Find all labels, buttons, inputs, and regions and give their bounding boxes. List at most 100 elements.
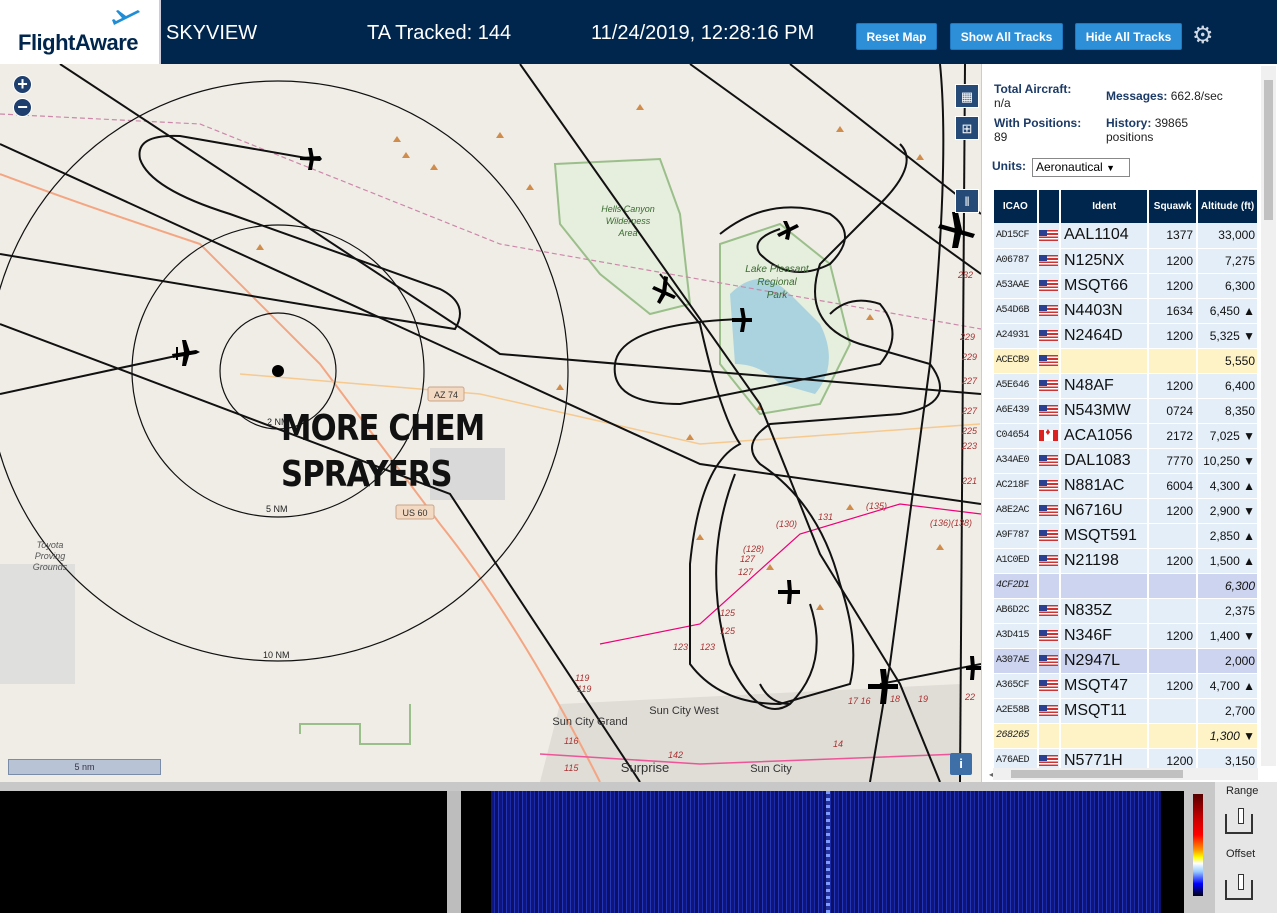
total-aircraft-stat: Total Aircraft: n/a bbox=[994, 82, 1072, 110]
horizontal-scrollbar-thumb[interactable] bbox=[1011, 770, 1183, 778]
ident-cell: N2947L bbox=[1059, 648, 1150, 674]
table-row[interactable]: AD15CF AAL1104 1377 33,000 bbox=[994, 223, 1259, 249]
us-flag-icon bbox=[1039, 554, 1059, 566]
svg-text:Lake Pleasant: Lake Pleasant bbox=[745, 264, 810, 275]
flightaware-logo[interactable]: FlightAware bbox=[0, 0, 161, 64]
hide-all-tracks-button[interactable]: Hide All Tracks bbox=[1075, 23, 1182, 50]
svg-text:119: 119 bbox=[575, 673, 589, 683]
squawk-cell: 7770 bbox=[1148, 448, 1199, 474]
squawk-cell bbox=[1148, 598, 1199, 624]
vertical-scrollbar[interactable] bbox=[1261, 66, 1276, 766]
zoom-out-button[interactable]: − bbox=[13, 98, 32, 117]
ident-header[interactable]: Ident bbox=[1059, 190, 1150, 223]
aircraft-table: ICAO Ident Squawk Altitude (ft) AD15CF AA… bbox=[994, 190, 1259, 774]
svg-text:221: 221 bbox=[961, 476, 977, 486]
ident-cell: N2464D bbox=[1059, 323, 1150, 349]
icao-cell: 268265 bbox=[994, 723, 1039, 749]
us-flag-icon bbox=[1039, 629, 1059, 641]
table-row[interactable]: A6E439 N543MW 0724 8,350 bbox=[994, 398, 1259, 424]
squawk-cell: 6004 bbox=[1148, 473, 1199, 499]
ident-cell: N543MW bbox=[1059, 398, 1150, 424]
table-row[interactable]: A54D6B N4403N 1634 6,450 ▲ bbox=[994, 298, 1259, 324]
ident-cell: ACA1056 bbox=[1059, 423, 1150, 449]
icao-cell: A365CF bbox=[994, 673, 1039, 699]
svg-text:229: 229 bbox=[961, 352, 977, 362]
zoom-in-button[interactable]: + bbox=[13, 75, 32, 94]
flag-cell bbox=[1037, 323, 1061, 349]
squawk-cell: 1200 bbox=[1148, 623, 1199, 649]
icao-cell: A307AE bbox=[994, 648, 1039, 674]
table-row[interactable]: A8E2AC N6716U 1200 2,900 ▼ bbox=[994, 498, 1259, 524]
table-row[interactable]: A34AE0 DAL1083 7770 10,250 ▼ bbox=[994, 448, 1259, 474]
aircraft-panel: Total Aircraft: n/a Messages: 662.8/sec W… bbox=[981, 64, 1277, 782]
altitude-header[interactable]: Altitude (ft) bbox=[1197, 190, 1259, 223]
altitude-cell: 33,000 bbox=[1197, 223, 1259, 249]
squawk-cell: 1200 bbox=[1148, 673, 1199, 699]
table-row[interactable]: 268265 1,300 ▼ bbox=[994, 723, 1259, 749]
table-row[interactable]: A365CF MSQT47 1200 4,700 ▲ bbox=[994, 673, 1259, 699]
us-flag-icon bbox=[1039, 479, 1059, 491]
svg-text:(130): (130) bbox=[776, 519, 797, 529]
table-row[interactable]: A53AAE MSQT66 1200 6,300 bbox=[994, 273, 1259, 299]
flag-cell bbox=[1037, 348, 1061, 374]
table-row[interactable]: A5E646 N48AF 1200 6,400 bbox=[994, 373, 1259, 399]
altitude-cell: 7,025 ▼ bbox=[1197, 423, 1259, 449]
svg-text:116: 116 bbox=[564, 736, 578, 746]
table-row[interactable]: 4CF2D1 6,300 bbox=[994, 573, 1259, 599]
svg-text:14: 14 bbox=[833, 739, 843, 749]
table-row[interactable]: A3D415 N346F 1200 1,400 ▼ bbox=[994, 623, 1259, 649]
altitude-cell: 6,400 bbox=[1197, 373, 1259, 399]
ident-cell: AAL1104 bbox=[1059, 223, 1150, 249]
horizontal-scrollbar[interactable] bbox=[993, 768, 1258, 780]
units-select[interactable]: Aeronautical ▼ bbox=[1032, 158, 1130, 177]
table-row[interactable]: A307AE N2947L 2,000 bbox=[994, 648, 1259, 674]
offset-slider[interactable] bbox=[1225, 874, 1253, 900]
ident-cell bbox=[1059, 723, 1150, 749]
map-layers-icon[interactable]: ▦ bbox=[955, 84, 979, 108]
flag-header[interactable] bbox=[1037, 190, 1061, 223]
canada-flag-icon bbox=[1039, 427, 1059, 441]
table-row[interactable]: AB6D2C N835Z 2,375 bbox=[994, 598, 1259, 624]
altitude-cell: 4,700 ▲ bbox=[1197, 673, 1259, 699]
table-row[interactable]: A06787 N125NX 1200 7,275 bbox=[994, 248, 1259, 274]
table-row[interactable]: A9F787 MSQT591 2,850 ▲ bbox=[994, 523, 1259, 549]
svg-text:10 NM: 10 NM bbox=[263, 650, 290, 660]
ident-cell bbox=[1059, 573, 1150, 599]
icao-header[interactable]: ICAO bbox=[994, 190, 1039, 223]
altitude-cell: 1,300 ▼ bbox=[1197, 723, 1259, 749]
range-slider[interactable] bbox=[1225, 808, 1253, 834]
icao-cell: ACECB9 bbox=[994, 348, 1039, 374]
annotation-line-1: MORE CHEM bbox=[281, 408, 485, 449]
ident-cell: N835Z bbox=[1059, 598, 1150, 624]
reset-map-button[interactable]: Reset Map bbox=[856, 23, 937, 50]
info-button[interactable]: i bbox=[950, 753, 972, 775]
icao-cell: AD15CF bbox=[994, 223, 1039, 249]
table-row[interactable]: A24931 N2464D 1200 5,325 ▼ bbox=[994, 323, 1259, 349]
pane-divider[interactable] bbox=[447, 791, 461, 913]
waterfall-display bbox=[461, 791, 1184, 913]
with-positions-stat: With Positions: 89 bbox=[994, 116, 1082, 144]
history-stat: History: 39865 positions bbox=[1106, 116, 1189, 144]
columns-icon[interactable]: ‖ bbox=[955, 189, 979, 213]
altitude-cell: 2,900 ▼ bbox=[1197, 498, 1259, 524]
us-flag-icon bbox=[1039, 329, 1059, 341]
svg-text:(135): (135) bbox=[866, 501, 887, 511]
table-row[interactable]: ACECB9 5,550 bbox=[994, 348, 1259, 374]
flag-cell bbox=[1037, 498, 1061, 524]
squawk-cell bbox=[1148, 723, 1199, 749]
scrollbar-thumb[interactable] bbox=[1264, 80, 1273, 220]
flag-cell bbox=[1037, 273, 1061, 299]
table-row[interactable]: C04654 ACA105621727,025 ▼ bbox=[994, 423, 1259, 449]
table-row[interactable]: AC218F N881AC 6004 4,300 ▲ bbox=[994, 473, 1259, 499]
svg-text:Sun City Grand: Sun City Grand bbox=[552, 716, 627, 728]
spectrum-blank-pane bbox=[0, 791, 447, 913]
svg-text:US 60: US 60 bbox=[402, 508, 427, 518]
svg-text:Surprise: Surprise bbox=[621, 760, 669, 775]
show-all-tracks-button[interactable]: Show All Tracks bbox=[950, 23, 1063, 50]
grid-icon[interactable]: ⊞ bbox=[955, 116, 979, 140]
gear-icon[interactable]: ⚙ bbox=[1192, 21, 1214, 50]
table-row[interactable]: A2E58B MSQT11 2,700 bbox=[994, 698, 1259, 724]
squawk-header[interactable]: Squawk bbox=[1148, 190, 1199, 223]
map-view[interactable]: (130) (128) 127 127 125 125 123 123 119 119 116… bbox=[0, 64, 981, 782]
table-row[interactable]: A1C0ED N21198 1200 1,500 ▲ bbox=[994, 548, 1259, 574]
